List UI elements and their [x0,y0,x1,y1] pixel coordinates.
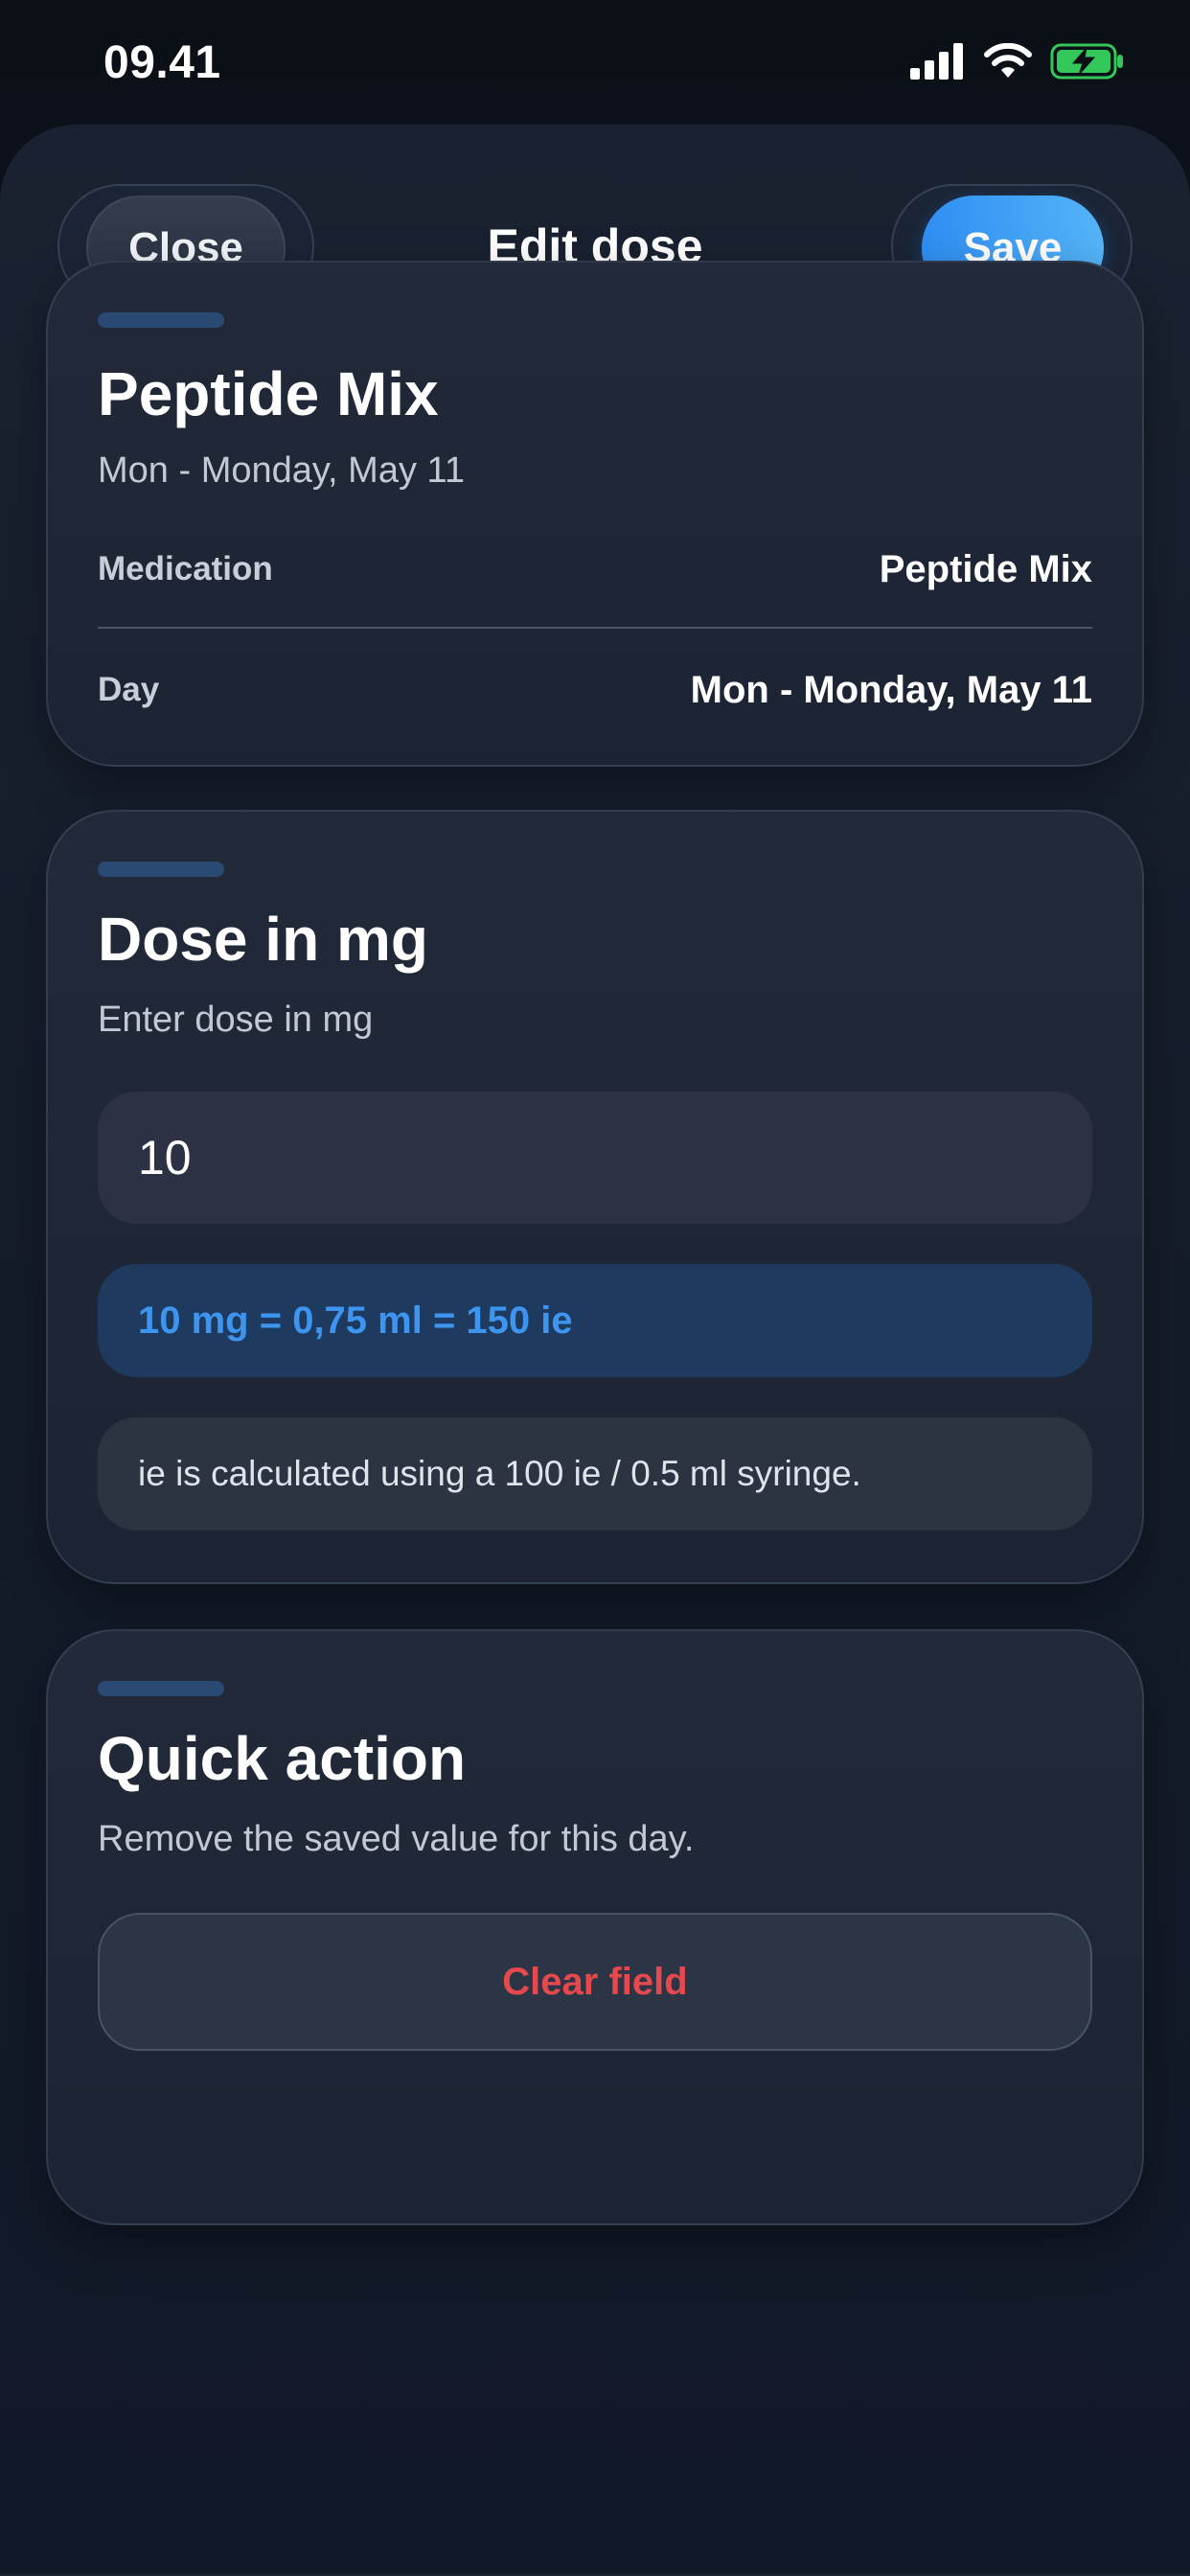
medication-label: Medication [98,550,273,587]
summary-subtitle: Mon - Monday, May 11 [98,450,465,491]
battery-charging-icon [1050,42,1125,85]
day-label: Day [98,671,160,708]
summary-card: Peptide Mix Mon - Monday, May 11 Medicat… [46,261,1144,767]
summary-title: Peptide Mix [98,359,439,428]
quick-action-card: Quick action Remove the saved value for … [46,1629,1144,2225]
status-bar: 09.41 [0,0,1190,125]
medication-value: Peptide Mix [879,547,1092,590]
divider [98,627,1092,629]
status-time: 09.41 [103,37,221,88]
dose-subtitle: Enter dose in mg [98,1000,374,1040]
dose-input[interactable]: 10 [98,1092,1092,1224]
card-accent-bar [98,1681,224,1696]
medication-row: Medication Peptide Mix [98,540,1092,598]
dose-card: Dose in mg Enter dose in mg 10 10 mg = 0… [46,810,1144,1584]
day-row: Day Mon - Monday, May 11 [98,661,1092,719]
conversion-badge: 10 mg = 0,75 ml = 150 ie [98,1264,1092,1377]
card-accent-bar [98,862,224,877]
status-icons [910,42,1125,85]
card-accent-bar [98,312,224,328]
signal-icon [910,43,966,84]
wifi-icon [983,42,1033,84]
quick-action-subtitle: Remove the saved value for this day. [98,1819,695,1859]
day-value: Mon - Monday, May 11 [690,668,1092,711]
quick-action-title: Quick action [98,1724,467,1793]
dose-title: Dose in mg [98,905,428,974]
clear-field-button[interactable]: Clear field [98,1913,1092,2051]
syringe-note: ie is calculated using a 100 ie / 0.5 ml… [98,1417,1092,1530]
